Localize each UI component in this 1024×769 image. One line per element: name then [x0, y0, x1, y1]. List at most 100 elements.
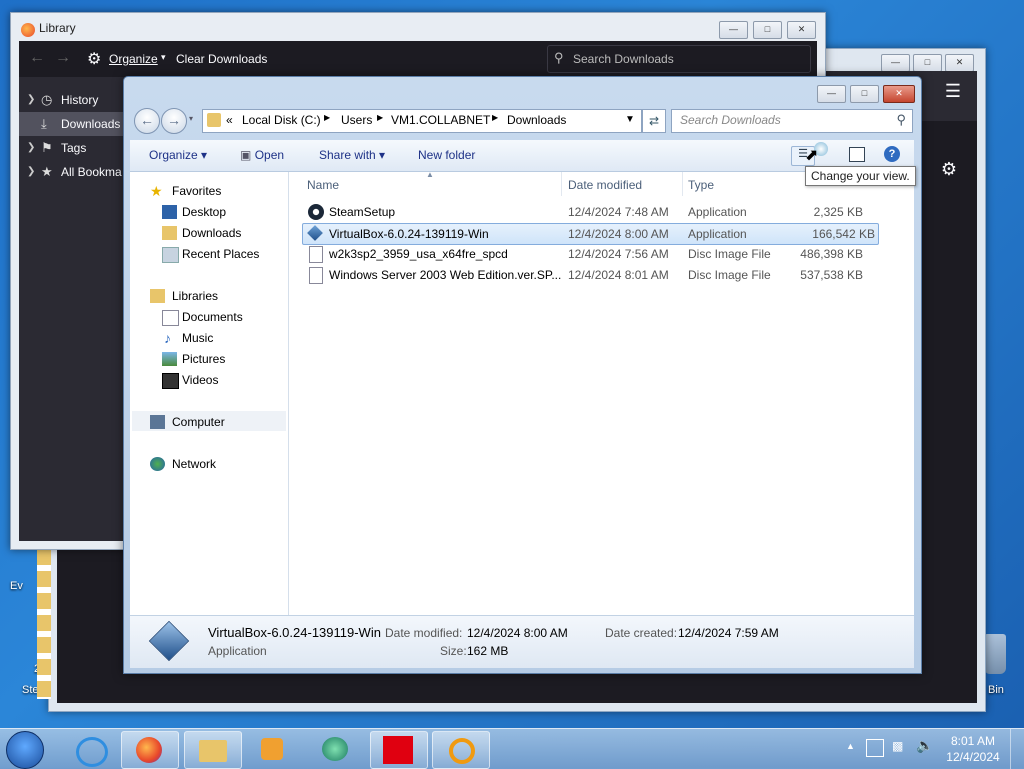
chevron-right-icon[interactable]: ▶	[324, 113, 330, 122]
file-name: w2k3sp2_3959_usa_x64fre_spcd	[329, 247, 508, 261]
refresh-button[interactable]: ⇄	[642, 109, 666, 133]
column-header-type[interactable]: Type	[688, 178, 714, 192]
close-button[interactable]: ✕	[787, 21, 816, 39]
sidebar-item-label: Downloads	[61, 117, 121, 131]
nav-item-favorites[interactable]: ★ Favorites	[150, 181, 221, 201]
taskbar-ie-button[interactable]	[62, 731, 118, 767]
column-divider[interactable]	[561, 172, 562, 196]
organize-menu[interactable]: Organize	[109, 52, 158, 66]
taskbar-app-button[interactable]	[308, 731, 364, 767]
taskbar-red-app-button[interactable]	[370, 731, 428, 769]
breadcrumb-item[interactable]: Local Disk (C:)	[242, 113, 321, 127]
back-button[interactable]: ←	[134, 108, 160, 134]
maximize-button[interactable]: □	[850, 85, 879, 103]
sidebar-item-tags[interactable]: ❯ ⚑ Tags	[19, 136, 125, 160]
chevron-right-icon[interactable]: ▶	[377, 113, 383, 122]
taskbar-search-app-button[interactable]	[432, 731, 490, 769]
taskbar-firefox-button[interactable]	[121, 731, 179, 769]
minimize-button[interactable]: —	[881, 54, 910, 72]
menu-icon[interactable]: ☰	[945, 81, 961, 102]
address-bar[interactable]: « Local Disk (C:) ▶ Users ▶ VM1.COLLABNE…	[202, 109, 642, 133]
nav-item-computer[interactable]: Computer	[150, 412, 225, 432]
forward-icon[interactable]: →	[55, 49, 71, 67]
taskbar: ▲ ▩ 🔈 8:01 AM 12/4/2024	[0, 728, 1024, 769]
help-icon[interactable]: ?	[884, 146, 900, 162]
chevron-right-icon[interactable]: ▶	[492, 113, 498, 122]
recycle-bin-label[interactable]: Bin	[988, 684, 1004, 696]
file-row[interactable]: w2k3sp2_3959_usa_x64fre_spcd 12/4/2024 7…	[302, 244, 877, 264]
file-row[interactable]: SteamSetup 12/4/2024 7:48 AM Application…	[302, 202, 877, 222]
nav-item-network[interactable]: Network	[150, 454, 216, 474]
close-button[interactable]: ✕	[945, 54, 974, 72]
column-divider[interactable]	[682, 172, 683, 196]
volume-icon[interactable]: 🔈	[916, 737, 933, 754]
organize-label: Organize	[149, 148, 198, 162]
recycle-bin-icon[interactable]	[984, 634, 1006, 674]
nav-item-pictures[interactable]: Pictures	[162, 349, 225, 369]
open-button[interactable]: ▣ Open	[240, 148, 284, 162]
library-toolbar: ← → ⚙ Organize ▾ Clear Downloads ⚲ Searc…	[19, 41, 817, 77]
file-row[interactable]: VirtualBox-6.0.24-139119-Win 12/4/2024 8…	[302, 223, 879, 245]
start-button[interactable]	[6, 731, 44, 769]
maximize-button[interactable]: □	[753, 21, 782, 39]
red-app-icon	[383, 736, 413, 764]
taskbar-media-button[interactable]	[245, 731, 301, 767]
search-input[interactable]: ⚲ Search Downloads	[547, 45, 811, 73]
preview-pane-icon[interactable]	[849, 147, 865, 162]
overflow-icon[interactable]: «	[226, 113, 233, 127]
breadcrumb-item[interactable]: VM1.COLLABNET	[391, 113, 490, 127]
show-desktop-button[interactable]	[1010, 729, 1024, 769]
desktop-icon-label[interactable]: Ev	[10, 580, 23, 592]
music-icon: ♪	[164, 330, 171, 346]
column-header-date[interactable]: Date modified	[568, 178, 642, 192]
show-hidden-icons-button[interactable]: ▲	[846, 741, 855, 751]
forward-button[interactable]: →	[161, 108, 187, 134]
breadcrumb-item[interactable]: Users	[341, 113, 372, 127]
file-list: ▲ Name Date modified Type SteamSetup 12/…	[289, 170, 914, 615]
minimize-button[interactable]: —	[817, 85, 846, 103]
sidebar-item-history[interactable]: ❯ ◷ History	[19, 88, 125, 112]
file-type: Disc Image File	[688, 268, 771, 282]
chevron-down-icon[interactable]: ▼	[625, 114, 635, 125]
chevron-down-icon[interactable]: ▾	[189, 114, 193, 123]
disc-image-icon	[309, 246, 323, 263]
nav-item-recent-places[interactable]: Recent Places	[162, 244, 259, 264]
close-button[interactable]: ✕	[883, 85, 915, 103]
clock[interactable]: 8:01 AM 12/4/2024	[946, 734, 1000, 764]
minimize-button[interactable]: —	[719, 21, 748, 39]
organize-button[interactable]: Organize ▾	[149, 148, 207, 162]
sidebar-item-label: Tags	[61, 141, 87, 155]
nav-item-music[interactable]: ♪ Music	[162, 328, 213, 348]
virtualbox-icon	[148, 620, 190, 662]
gear-icon[interactable]: ⚙	[941, 159, 957, 180]
action-center-icon[interactable]	[866, 739, 884, 757]
nav-item-videos[interactable]: Videos	[162, 370, 218, 390]
column-header-name[interactable]: Name	[307, 178, 339, 192]
nav-item-desktop[interactable]: Desktop	[162, 202, 226, 222]
file-size: 2,325 KB	[813, 205, 863, 219]
back-icon[interactable]: ←	[29, 49, 45, 67]
details-pane: VirtualBox-6.0.24-139119-Win Application…	[130, 615, 914, 668]
details-file-name: VirtualBox-6.0.24-139119-Win	[208, 625, 381, 640]
search-placeholder: Search Downloads	[680, 113, 781, 127]
date-modified-label: Date modified:	[385, 626, 463, 640]
firefox-icon	[21, 23, 35, 37]
nav-label: Computer	[172, 415, 225, 429]
sidebar-item-bookmarks[interactable]: ❯ ★ All Bookma	[19, 160, 125, 184]
taskbar-explorer-button[interactable]	[184, 731, 242, 769]
share-with-button[interactable]: Share with ▾	[319, 148, 385, 162]
search-icon: ⚲	[554, 50, 564, 65]
breadcrumb-item[interactable]: Downloads	[507, 113, 566, 127]
nav-item-documents[interactable]: Documents	[162, 307, 243, 327]
clear-downloads-button[interactable]: Clear Downloads	[176, 52, 267, 66]
search-input[interactable]: Search Downloads ⚲	[671, 109, 913, 133]
new-folder-button[interactable]: New folder	[418, 148, 475, 162]
network-status-icon[interactable]: ▩	[892, 739, 903, 753]
command-bar: Organize ▾ ▣ Open Share with ▾ New folde…	[130, 140, 914, 172]
sidebar-item-label: All Bookma	[61, 165, 122, 179]
sidebar-item-downloads[interactable]: ⤓ Downloads	[19, 112, 125, 136]
file-row[interactable]: Windows Server 2003 Web Edition.ver.SP..…	[302, 265, 877, 285]
nav-item-libraries[interactable]: Libraries	[150, 286, 218, 306]
nav-item-downloads[interactable]: Downloads	[162, 223, 241, 243]
maximize-button[interactable]: □	[913, 54, 942, 72]
